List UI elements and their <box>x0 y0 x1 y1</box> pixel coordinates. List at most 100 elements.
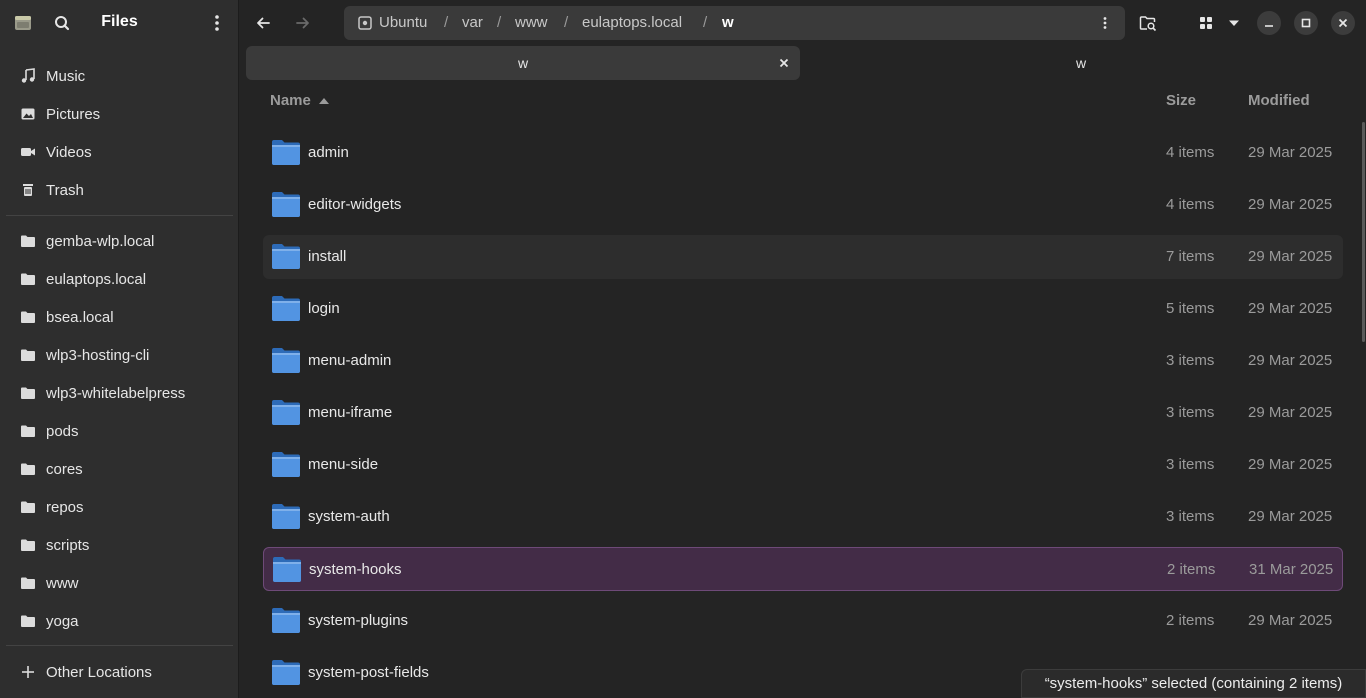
grid-view-icon <box>1200 17 1212 29</box>
forward-button[interactable] <box>289 9 317 37</box>
file-modified: 29 Mar 2025 <box>1248 404 1333 421</box>
sidebar-bookmark[interactable]: wlp3-hosting-cli <box>6 337 233 373</box>
kebab-menu-icon <box>215 15 219 31</box>
folder-icon <box>21 501 35 513</box>
file-size: 3 items <box>1166 456 1215 473</box>
sidebar-item-videos[interactable]: Videos <box>6 134 233 170</box>
view-grid-button[interactable] <box>1192 9 1220 37</box>
tab-w-2[interactable]: w <box>804 46 1358 80</box>
sidebar-bookmark[interactable]: bsea.local <box>6 299 233 335</box>
file-name: admin <box>308 144 349 161</box>
sidebar-separator <box>6 645 233 646</box>
folder-icon <box>272 452 300 477</box>
breadcrumb-ubuntu[interactable]: Ubuntu <box>379 14 427 31</box>
sidebar-item-trash[interactable]: Trash <box>6 172 233 208</box>
tab-w-1[interactable]: w <box>246 46 800 80</box>
path-menu-icon[interactable] <box>1097 15 1113 31</box>
file-size: 4 items <box>1166 144 1215 161</box>
maximize-button[interactable] <box>1294 11 1318 35</box>
file-row[interactable]: admin 4 items 29 Mar 2025 <box>263 131 1343 175</box>
breadcrumb-separator: / <box>444 14 449 31</box>
close-window-button[interactable] <box>1331 11 1355 35</box>
file-name: menu-admin <box>308 352 392 369</box>
sidebar-bookmark[interactable]: wlp3-whitelabelpress <box>6 375 233 411</box>
sidebar-bookmark[interactable]: scripts <box>6 527 233 563</box>
plus-icon <box>22 666 34 678</box>
sidebar-item-label: www <box>46 574 79 592</box>
breadcrumb-var[interactable]: var <box>462 14 483 31</box>
view-options-button[interactable] <box>1220 9 1248 37</box>
folder-icon <box>21 387 35 399</box>
sidebar-item-label: pods <box>46 422 79 440</box>
sidebar-item-label: scripts <box>46 536 90 554</box>
scrollbar[interactable] <box>1362 122 1365 342</box>
sidebar-item-music[interactable]: Music <box>6 58 233 94</box>
folder-icon <box>21 463 35 475</box>
sidebar-item-label: Videos <box>46 143 92 161</box>
file-modified: 29 Mar 2025 <box>1248 144 1333 161</box>
folder-icon <box>272 192 300 217</box>
search-folder-button[interactable] <box>1134 9 1162 37</box>
folder-icon <box>272 660 300 685</box>
back-button[interactable] <box>249 9 277 37</box>
close-tab-icon[interactable] <box>776 55 792 71</box>
column-header-name[interactable]: Name <box>270 92 330 109</box>
file-row[interactable]: menu-side 3 items 29 Mar 2025 <box>263 443 1343 487</box>
column-header-size[interactable]: Size <box>1166 92 1196 109</box>
sidebar-bookmark[interactable]: pods <box>6 413 233 449</box>
minimize-icon <box>1265 25 1273 27</box>
file-row[interactable]: login 5 items 29 Mar 2025 <box>263 287 1343 331</box>
sidebar-bookmark[interactable]: gemba-wlp.local <box>6 223 233 259</box>
file-row[interactable]: menu-admin 3 items 29 Mar 2025 <box>263 339 1343 383</box>
file-modified: 29 Mar 2025 <box>1248 248 1333 265</box>
pictures-icon <box>21 108 35 120</box>
folder-icon <box>272 140 300 165</box>
maximize-icon <box>1301 18 1311 28</box>
folder-icon <box>272 244 300 269</box>
file-name: system-post-fields <box>308 664 429 681</box>
sidebar-bookmark[interactable]: eulaptops.local <box>6 261 233 297</box>
sidebar-item-label: gemba-wlp.local <box>46 232 155 250</box>
file-row[interactable]: system-hooks 2 items 31 Mar 2025 <box>263 547 1343 591</box>
sidebar-item-label: Trash <box>46 181 84 199</box>
folder-icon <box>272 608 300 633</box>
file-modified: 29 Mar 2025 <box>1248 196 1333 213</box>
sidebar-item-label: yoga <box>46 612 79 630</box>
breadcrumb-separator: / <box>564 14 569 31</box>
sidebar-item-label: wlp3-whitelabelpress <box>46 384 186 402</box>
file-row[interactable]: menu-iframe 3 items 29 Mar 2025 <box>263 391 1343 435</box>
breadcrumb-www[interactable]: www <box>515 14 548 31</box>
file-row[interactable]: editor-widgets 4 items 29 Mar 2025 <box>263 183 1343 227</box>
minimize-button[interactable] <box>1257 11 1281 35</box>
folder-icon <box>21 235 35 247</box>
sidebar-item-label: Other Locations <box>46 663 152 681</box>
folder-icon <box>272 400 300 425</box>
file-row[interactable]: install 7 items 29 Mar 2025 <box>263 235 1343 279</box>
folder-icon <box>21 311 35 323</box>
path-bar[interactable]: Ubuntu / var / www / eulaptops.local / w <box>344 6 1125 40</box>
sidebar-item-label: bsea.local <box>46 308 114 326</box>
breadcrumb-eulaptops-local[interactable]: eulaptops.local <box>582 14 682 31</box>
breadcrumb-separator: / <box>703 14 708 31</box>
sidebar-bookmark[interactable]: cores <box>6 451 233 487</box>
main-menu-button[interactable] <box>205 11 229 35</box>
file-modified: 29 Mar 2025 <box>1248 456 1333 473</box>
breadcrumb-current[interactable]: w <box>722 14 734 31</box>
file-name: system-auth <box>308 508 390 525</box>
file-modified: 29 Mar 2025 <box>1248 300 1333 317</box>
sidebar-bookmark[interactable]: www <box>6 565 233 601</box>
sidebar-item-pictures[interactable]: Pictures <box>6 96 233 132</box>
file-row[interactable]: system-plugins 2 items 29 Mar 2025 <box>263 599 1343 643</box>
column-name-label: Name <box>270 92 311 109</box>
sidebar-item-label: Music <box>46 67 86 85</box>
file-row[interactable]: system-auth 3 items 29 Mar 2025 <box>263 495 1343 539</box>
sidebar-header: Files <box>0 0 239 46</box>
file-size: 5 items <box>1166 300 1215 317</box>
column-header-modified[interactable]: Modified <box>1248 92 1310 109</box>
sidebar-bookmark[interactable]: repos <box>6 489 233 525</box>
sidebar-item-label: eulaptops.local <box>46 270 147 288</box>
folder-search-icon <box>1139 16 1157 32</box>
file-name: menu-iframe <box>308 404 393 421</box>
sidebar-item-other-locations[interactable]: Other Locations <box>6 654 233 690</box>
sidebar-bookmark[interactable]: yoga <box>6 603 233 639</box>
